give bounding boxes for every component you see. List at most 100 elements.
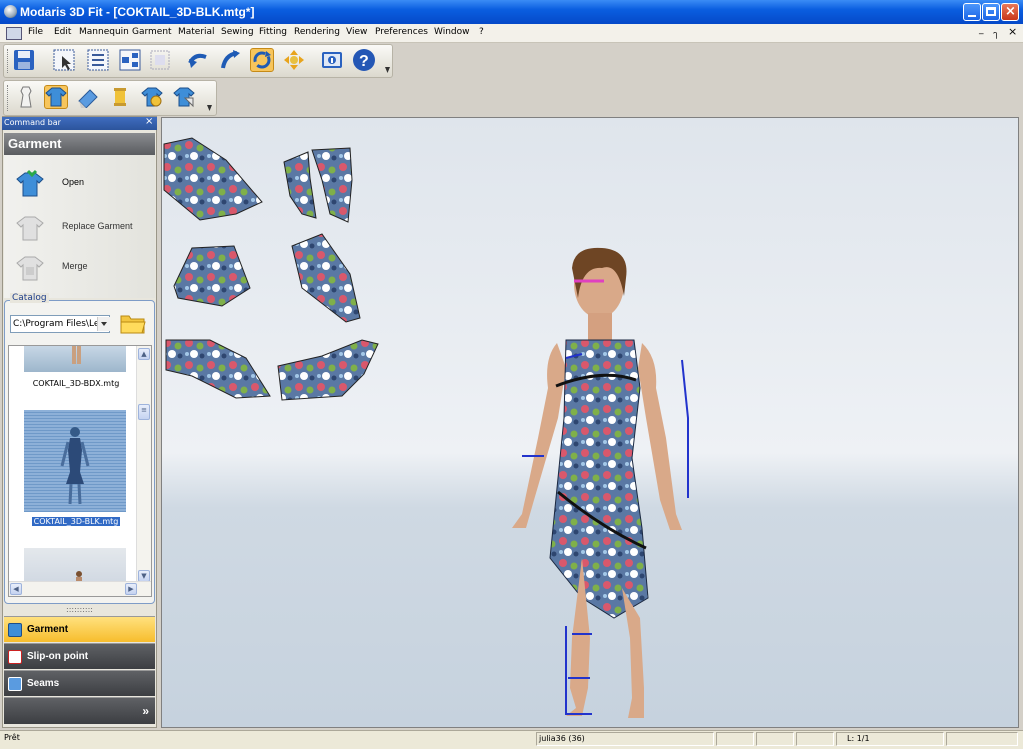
mannequin-thumbnail-image	[72, 346, 81, 364]
scroll-thumb[interactable]: ≡	[138, 404, 150, 420]
panel-splitter[interactable]: ::::::::::	[4, 606, 155, 615]
merge-garment-icon	[16, 256, 44, 281]
mannequin-button[interactable]	[14, 85, 38, 109]
minimize-button[interactable]	[963, 3, 981, 21]
3d-viewport[interactable]	[161, 117, 1019, 728]
scroll-up-icon[interactable]: ▲	[138, 348, 150, 360]
menu-view[interactable]: View	[346, 27, 367, 37]
minimize-icon	[968, 15, 976, 17]
merge-command[interactable]: Merge	[14, 251, 148, 283]
toolbar-overflow-icon[interactable]	[385, 67, 390, 73]
catalog-item-label-selected[interactable]: COKTAIL_3D-BLK.mtg	[9, 517, 143, 526]
save-button[interactable]	[12, 48, 36, 72]
sew-garment-button[interactable]	[140, 85, 164, 109]
select-all-icon	[87, 49, 109, 71]
open-command[interactable]: Open	[14, 167, 148, 199]
menu-material[interactable]: Material	[178, 27, 215, 37]
catalog-vertical-scrollbar[interactable]: ▲ ≡ ▼	[136, 346, 151, 584]
nav-garment[interactable]: Garment	[4, 616, 155, 642]
mdi-minimize-icon[interactable]: _	[979, 25, 984, 35]
mannequin-model	[512, 247, 689, 718]
eraser-button[interactable]	[76, 85, 100, 109]
command-bar-close-icon[interactable]: ×	[145, 116, 153, 127]
mdi-restore-icon[interactable]: ๅ	[993, 27, 997, 41]
nav-slip-on-point[interactable]: Slip-on point	[4, 643, 155, 669]
garment-pattern-pieces	[163, 137, 379, 401]
slip-on-point-icon	[8, 649, 22, 664]
browse-folder-button[interactable]	[119, 309, 147, 337]
viewport-scene	[163, 137, 689, 718]
maximize-button[interactable]	[982, 3, 1000, 21]
menu-window[interactable]: Window	[434, 27, 470, 37]
catalog-horizontal-scrollbar[interactable]: ◀ ▶	[9, 581, 151, 596]
nav-more-icon[interactable]: »	[142, 704, 149, 718]
info-icon	[322, 52, 342, 68]
nav-garment-label: Garment	[27, 624, 69, 635]
chevron-down-icon[interactable]	[97, 317, 110, 331]
window-title: Modaris 3D Fit - [COKTAIL_3D-BLK.mtg*]	[20, 5, 255, 19]
status-text: Prêt	[4, 733, 20, 742]
garment-section-title: Garment	[8, 136, 62, 151]
catalog-legend: Catalog	[10, 293, 49, 303]
menu-file[interactable]: File	[28, 27, 43, 37]
nav-more[interactable]: »	[4, 697, 155, 724]
frame-select-button[interactable]	[148, 48, 172, 72]
move-button[interactable]	[282, 48, 306, 72]
tag-garment-button[interactable]	[172, 85, 196, 109]
toolbar-overflow-icon[interactable]	[207, 105, 212, 111]
save-icon	[14, 50, 34, 70]
status-pane-empty	[756, 732, 794, 746]
catalog-thumbnail[interactable]	[24, 346, 126, 372]
replace-garment-command[interactable]: Replace Garment	[14, 211, 148, 243]
garment-button[interactable]	[44, 85, 68, 109]
catalog-list[interactable]: COKTAIL_3D-BDX.mtg COKTAIL_3D-BLK.mtg ▲ …	[8, 345, 152, 597]
toolbar-grip[interactable]	[7, 85, 10, 111]
eraser-icon	[78, 89, 98, 108]
hierarchy-button[interactable]	[118, 48, 142, 72]
menu-rendering[interactable]: Rendering	[294, 27, 340, 37]
refresh-icon	[253, 51, 271, 69]
nav-seams[interactable]: Seams	[4, 670, 155, 696]
rotate-right-icon	[221, 50, 240, 69]
mannequin-icon	[20, 86, 32, 108]
garment-commands: Open Replace Garment Merge	[4, 155, 155, 298]
sew-garment-icon	[141, 87, 163, 107]
maximize-icon	[986, 7, 996, 16]
tag-garment-icon	[173, 87, 195, 108]
open-command-label: Open	[62, 177, 85, 187]
menu-help[interactable]: ?	[479, 27, 484, 37]
catalog-thumbnail[interactable]	[24, 548, 126, 584]
rotate-right-button[interactable]	[218, 48, 242, 72]
menu-edit[interactable]: Edit	[54, 27, 71, 37]
scroll-left-icon[interactable]: ◀	[10, 583, 22, 595]
help-button[interactable]: ?	[352, 48, 376, 72]
catalog-item-label[interactable]: COKTAIL_3D-BDX.mtg	[9, 379, 143, 388]
menu-bar: File Edit Mannequin Garment Material Sew…	[0, 24, 1023, 43]
menu-sewing[interactable]: Sewing	[221, 27, 254, 37]
info-button[interactable]	[320, 48, 344, 72]
toolbar-grip[interactable]	[7, 49, 10, 73]
garment-section-header: Garment	[4, 133, 155, 155]
merge-label: Merge	[62, 261, 88, 271]
select-icon	[53, 49, 75, 71]
thread-button[interactable]	[108, 85, 132, 109]
rotate-left-button[interactable]	[186, 48, 210, 72]
document-icon	[6, 27, 22, 40]
menu-preferences[interactable]: Preferences	[375, 27, 428, 37]
close-button[interactable]: ×	[1001, 3, 1019, 21]
mdi-close-icon[interactable]: ×	[1008, 25, 1017, 38]
menu-garment[interactable]: Garment	[132, 27, 172, 37]
svg-text:?: ?	[359, 53, 369, 70]
nav-slip-on-point-label: Slip-on point	[27, 651, 89, 662]
move-icon	[284, 50, 304, 70]
menu-mannequin[interactable]: Mannequin	[79, 27, 129, 37]
catalog-thumbnail-selected[interactable]	[24, 410, 126, 512]
select-button[interactable]	[52, 48, 76, 72]
refresh-button[interactable]	[250, 48, 274, 72]
select-all-button[interactable]	[86, 48, 110, 72]
scroll-right-icon[interactable]: ▶	[125, 583, 137, 595]
menu-fitting[interactable]: Fitting	[259, 27, 287, 37]
mannequin-thumbnail-image	[76, 571, 82, 584]
command-bar-header: Command bar ×	[2, 116, 157, 130]
catalog-path-select[interactable]: C:\Program Files\Le	[10, 315, 110, 333]
